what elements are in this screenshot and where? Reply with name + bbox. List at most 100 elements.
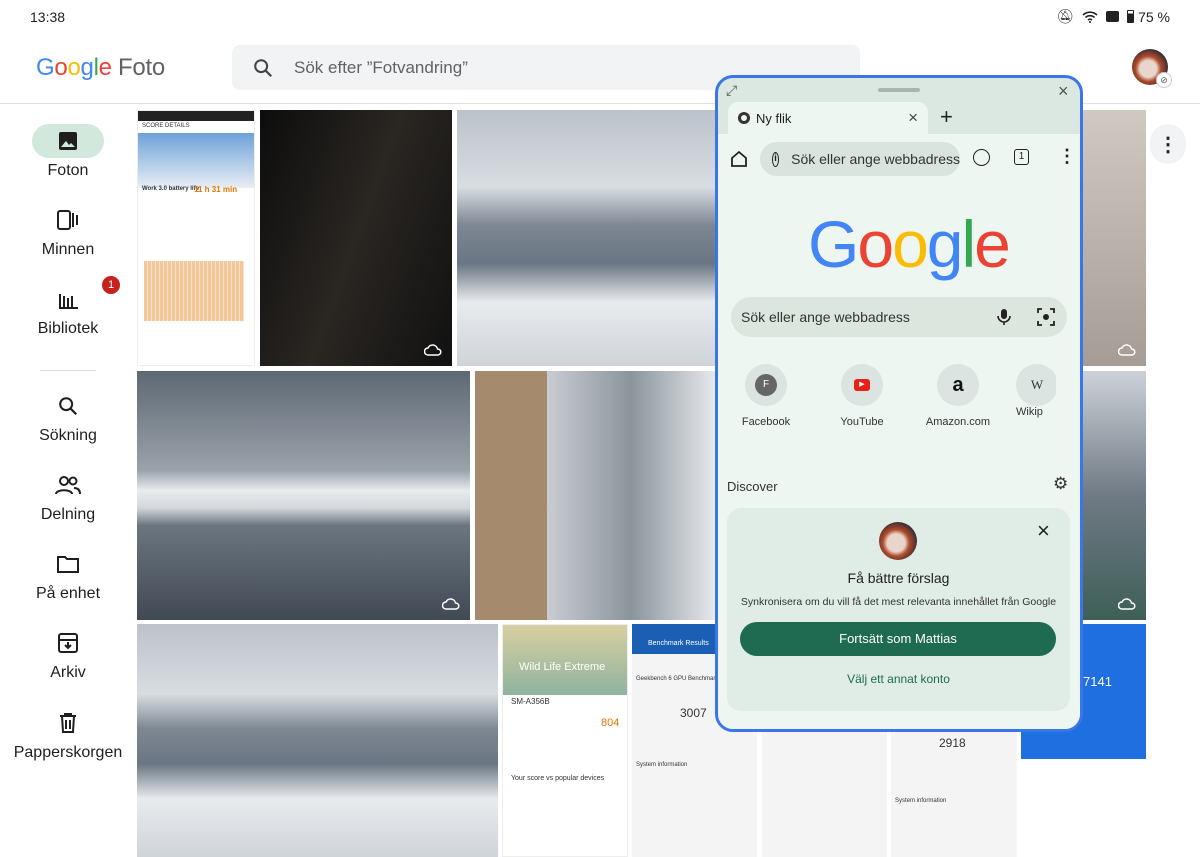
shortcut-wikipedia[interactable]: W Wikip — [1016, 364, 1056, 418]
photo-battery-screenshot[interactable]: SCORE DETAILS Work 3.0 battery life 11 h… — [137, 110, 255, 366]
sidebar-item-label: Delning — [40, 506, 96, 523]
sidebar-item-archive[interactable]: Arkiv — [0, 626, 136, 682]
search-input[interactable]: Sök eller ange webbadress — [741, 309, 997, 325]
new-tab-icon[interactable]: + — [940, 104, 953, 130]
account-avatar — [879, 522, 917, 560]
archive-icon — [58, 633, 78, 653]
close-window-icon[interactable]: × — [1058, 81, 1069, 102]
chrome-toolbar: i Sök eller ange webbadress 1 ⋮ — [718, 134, 1080, 184]
chrome-icon — [738, 112, 750, 124]
shortcut-label: YouTube — [840, 416, 884, 428]
cloud-icon — [226, 343, 244, 355]
wifi-icon — [1082, 10, 1098, 23]
thumb-text: System information — [636, 762, 688, 768]
settings-icon[interactable]: ⚙ — [1053, 474, 1068, 494]
sidebar-item-label: Minnen — [41, 241, 95, 258]
thumb-text: System information — [895, 798, 947, 804]
lens-icon[interactable] — [1037, 308, 1055, 326]
search-icon — [59, 397, 78, 416]
chrome-popup-window[interactable]: ⤢ × Ny flik × + i Sök eller ange webbadr… — [715, 75, 1083, 732]
sidebar-item-label: Arkiv — [50, 664, 86, 681]
photo-object[interactable] — [1082, 110, 1146, 366]
home-icon[interactable] — [730, 150, 748, 168]
photo-flag-waterfront[interactable] — [137, 624, 498, 857]
shortcut-facebook[interactable]: F Facebook — [726, 364, 806, 428]
photo-wildlife-screenshot[interactable]: Wild Life Extreme SM-A356B 804 Your scor… — [502, 624, 628, 857]
thumb-text: Your score vs popular devices — [511, 775, 605, 782]
omnibox-input[interactable]: Sök eller ange webbadress — [791, 151, 960, 167]
sidebar-item-library[interactable]: 1 Bibliotek — [0, 276, 136, 338]
discover-heading: Discover — [727, 479, 778, 494]
mute-icon: 🔕︎ — [1056, 8, 1075, 24]
google-logo: Google — [808, 207, 1011, 281]
photo-waterfront[interactable] — [457, 110, 715, 366]
wikipedia-icon: W — [1030, 377, 1044, 392]
profile-icon[interactable] — [973, 149, 990, 166]
people-icon — [55, 476, 81, 495]
shortcut-label: Wikip — [1016, 406, 1043, 418]
sidebar-item-label: Papperskorgen — [13, 744, 123, 761]
new-tab-page: Google Sök eller ange webbadress F Facebo… — [718, 184, 1080, 729]
thumb-text: Geekbench 6 GPU Benchmark — [636, 676, 719, 682]
drag-handle[interactable] — [878, 88, 920, 92]
sidebar-item-label: Bibliotek — [37, 320, 99, 337]
photo-icon — [59, 132, 77, 150]
thumb-text: 7141 — [1083, 674, 1112, 689]
more-options-icon[interactable]: ⋮ — [1150, 124, 1186, 164]
photo-pier[interactable] — [137, 371, 470, 620]
sync-promo-card: × Få bättre förslag Synkronisera om du v… — [727, 508, 1070, 711]
folder-icon — [57, 556, 79, 573]
tab-switcher-button[interactable]: 1 — [1014, 149, 1029, 165]
tab-new-tab[interactable]: Ny flik × — [728, 102, 928, 134]
close-tab-icon[interactable]: × — [908, 108, 918, 128]
google-photos-logo[interactable]: Google Foto — [36, 54, 165, 82]
logo-product: Foto — [118, 54, 165, 81]
logo-google: Google — [36, 54, 112, 81]
search-icon — [254, 58, 273, 77]
photo-shore[interactable] — [1082, 371, 1146, 620]
shortcut-youtube[interactable]: ▶ YouTube — [822, 364, 902, 428]
cloud-icon — [442, 598, 460, 610]
search-input[interactable]: Sök efter ”Fotvandring” — [294, 58, 468, 78]
chrome-menu-icon[interactable]: ⋮ — [1058, 146, 1076, 167]
close-card-icon[interactable]: × — [1037, 518, 1050, 544]
card-body: Synkronisera om du vill få det mest rele… — [740, 596, 1057, 608]
sidebar-item-label: Foton — [47, 162, 89, 179]
sidebar-item-memories[interactable]: Minnen — [0, 203, 136, 259]
sidebar-item-trash[interactable]: Papperskorgen — [0, 706, 136, 762]
thumb-text: 11 h 31 min — [194, 185, 238, 194]
thumb-text: Wild Life Extreme — [519, 661, 606, 673]
expand-icon[interactable]: ⤢ — [726, 82, 737, 99]
library-badge: 1 — [102, 276, 120, 294]
account-avatar[interactable]: ⊘ — [1132, 49, 1172, 88]
youtube-icon: ▶ — [854, 379, 870, 391]
sidebar-item-search[interactable]: Sökning — [0, 389, 136, 445]
cloud-icon — [424, 344, 442, 356]
sidebar-item-label: Sökning — [39, 427, 97, 444]
status-bar: 13:38 🔕︎ 75 % — [0, 0, 1200, 34]
thumb-text: Benchmark Results — [648, 640, 709, 647]
info-icon: i — [772, 151, 780, 167]
sidebar-item-sharing[interactable]: Delning — [0, 468, 136, 524]
google-search-box[interactable]: Sök eller ange webbadress — [731, 297, 1067, 337]
photo-closet[interactable] — [260, 110, 452, 366]
trash-icon — [60, 713, 76, 733]
sidebar-item-on-device[interactable]: På enhet — [0, 547, 136, 603]
battery-percent: 75 % — [1138, 8, 1170, 25]
omnibox[interactable]: i Sök eller ange webbadress — [760, 142, 960, 176]
photo-building[interactable] — [475, 371, 715, 620]
thumb-text: SCORE DETAILS — [142, 123, 190, 129]
choose-another-account-link[interactable]: Välj ett annat konto — [727, 672, 1070, 686]
clock: 13:38 — [30, 9, 66, 25]
system-icons: 🔕︎ 75 % — [1056, 8, 1170, 25]
microphone-icon[interactable] — [997, 308, 1011, 326]
sidebar-item-photos[interactable]: Foton — [0, 124, 136, 180]
sidebar-item-label: På enhet — [35, 585, 101, 602]
thumb-text: 3007 — [680, 706, 707, 720]
library-icon — [59, 294, 78, 309]
continue-as-button[interactable]: Fortsätt som Mattias — [740, 622, 1056, 656]
sidebar-divider — [40, 370, 96, 371]
thumb-text: Work 3.0 battery life — [142, 186, 199, 192]
shortcut-amazon[interactable]: a Amazon.com — [918, 364, 998, 428]
backup-off-icon: ⊘ — [1156, 72, 1172, 88]
